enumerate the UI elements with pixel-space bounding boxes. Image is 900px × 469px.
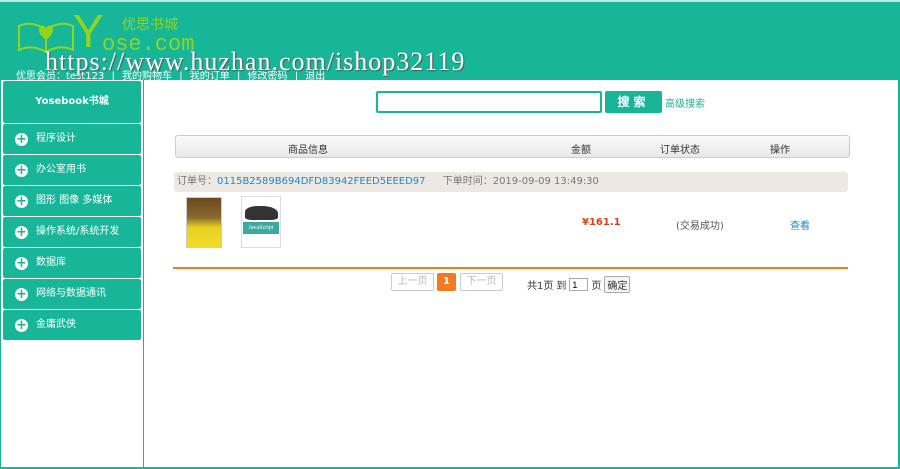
sidebar-item-database[interactable]: + 数据库 [3, 248, 141, 278]
page-unit: 页 [591, 281, 602, 292]
next-page-button[interactable]: 下一页 [460, 273, 503, 291]
header: Y 优思书城 ose.com 优思会员：test123 | 我的购物车 | 我的… [0, 0, 900, 82]
order-time-label: 下单时间： [442, 176, 493, 187]
col-product: 商品信息 [288, 145, 328, 156]
plus-icon: + [15, 317, 28, 333]
view-order-link[interactable]: 查看 [790, 217, 810, 232]
plus-icon: + [15, 131, 28, 147]
order-id: 0115B2589B694DFD83942FEED5EEED97 [217, 176, 426, 187]
order-id-label: 订单号： [177, 176, 217, 187]
sidebar-item-label: 网络与数据通讯 [36, 288, 106, 299]
sidebar-title: Yosebook书城 [3, 81, 141, 123]
order-time: 2019-09-09 13:49:30 [492, 176, 599, 187]
sidebar-item-label: 办公室用书 [36, 164, 86, 175]
sidebar-item-os[interactable]: + 操作系统/系统开发 [3, 217, 141, 247]
page-jump: 共1页 到 页 确定 [527, 276, 631, 293]
plus-icon: + [15, 224, 28, 240]
sidebar: Yosebook书城 + 程序设计 + 办公室用书 + 图形 图像 多媒体 + 操作系统… [0, 80, 144, 469]
rhino-illustration [245, 206, 278, 220]
divider [173, 267, 848, 269]
sidebar-item-network[interactable]: + 网络与数据通讯 [3, 279, 141, 309]
confirm-page-button[interactable]: 确定 [604, 276, 631, 293]
col-status: 订单状态 [660, 145, 700, 156]
plus-icon: + [15, 162, 28, 178]
plus-icon: + [15, 286, 28, 302]
book-cover-title: JavaScript [243, 222, 279, 234]
order-status: (交易成功) [676, 221, 724, 232]
order-price: ¥161.1 [582, 217, 621, 228]
sidebar-item-graphics[interactable]: + 图形 图像 多媒体 [3, 186, 141, 216]
sidebar-item-label: 操作系统/系统开发 [36, 226, 120, 237]
total-pages: 共1页 [527, 281, 554, 292]
book-cover-image[interactable]: JavaScript [241, 196, 281, 248]
sidebar-item-label: 程序设计 [36, 133, 76, 144]
book-cover-image[interactable] [186, 197, 222, 248]
sidebar-item-office[interactable]: + 办公室用书 [3, 155, 141, 185]
logo-text: 优思书城 [122, 17, 178, 33]
search-button[interactable]: 搜索 [605, 91, 662, 113]
current-page[interactable]: 1 [437, 273, 456, 291]
table-header: 商品信息 金额 订单状态 操作 [175, 135, 850, 158]
search-input[interactable] [376, 91, 602, 113]
goto-label: 到 [556, 281, 567, 292]
prev-page-button[interactable]: 上一页 [391, 273, 434, 291]
sidebar-item-programming[interactable]: + 程序设计 [3, 124, 141, 154]
sidebar-item-wuxia[interactable]: + 金庸武侠 [3, 310, 141, 340]
plus-icon: + [15, 255, 28, 271]
col-amount: 金额 [571, 145, 591, 156]
col-action: 操作 [770, 145, 790, 156]
sidebar-item-label: 图形 图像 多媒体 [36, 195, 113, 206]
advanced-search-link[interactable]: 高级搜索 [665, 95, 705, 110]
order-header: 订单号：0115B2589B694DFD83942FEED5EEED97 下单时… [174, 172, 848, 192]
sidebar-item-label: 数据库 [36, 257, 66, 268]
watermark: https://www.huzhan.com/ishop32119 [45, 47, 466, 76]
sidebar-item-label: 金庸武侠 [36, 319, 76, 330]
page-number-input[interactable] [569, 278, 589, 291]
plus-icon: + [15, 193, 28, 209]
